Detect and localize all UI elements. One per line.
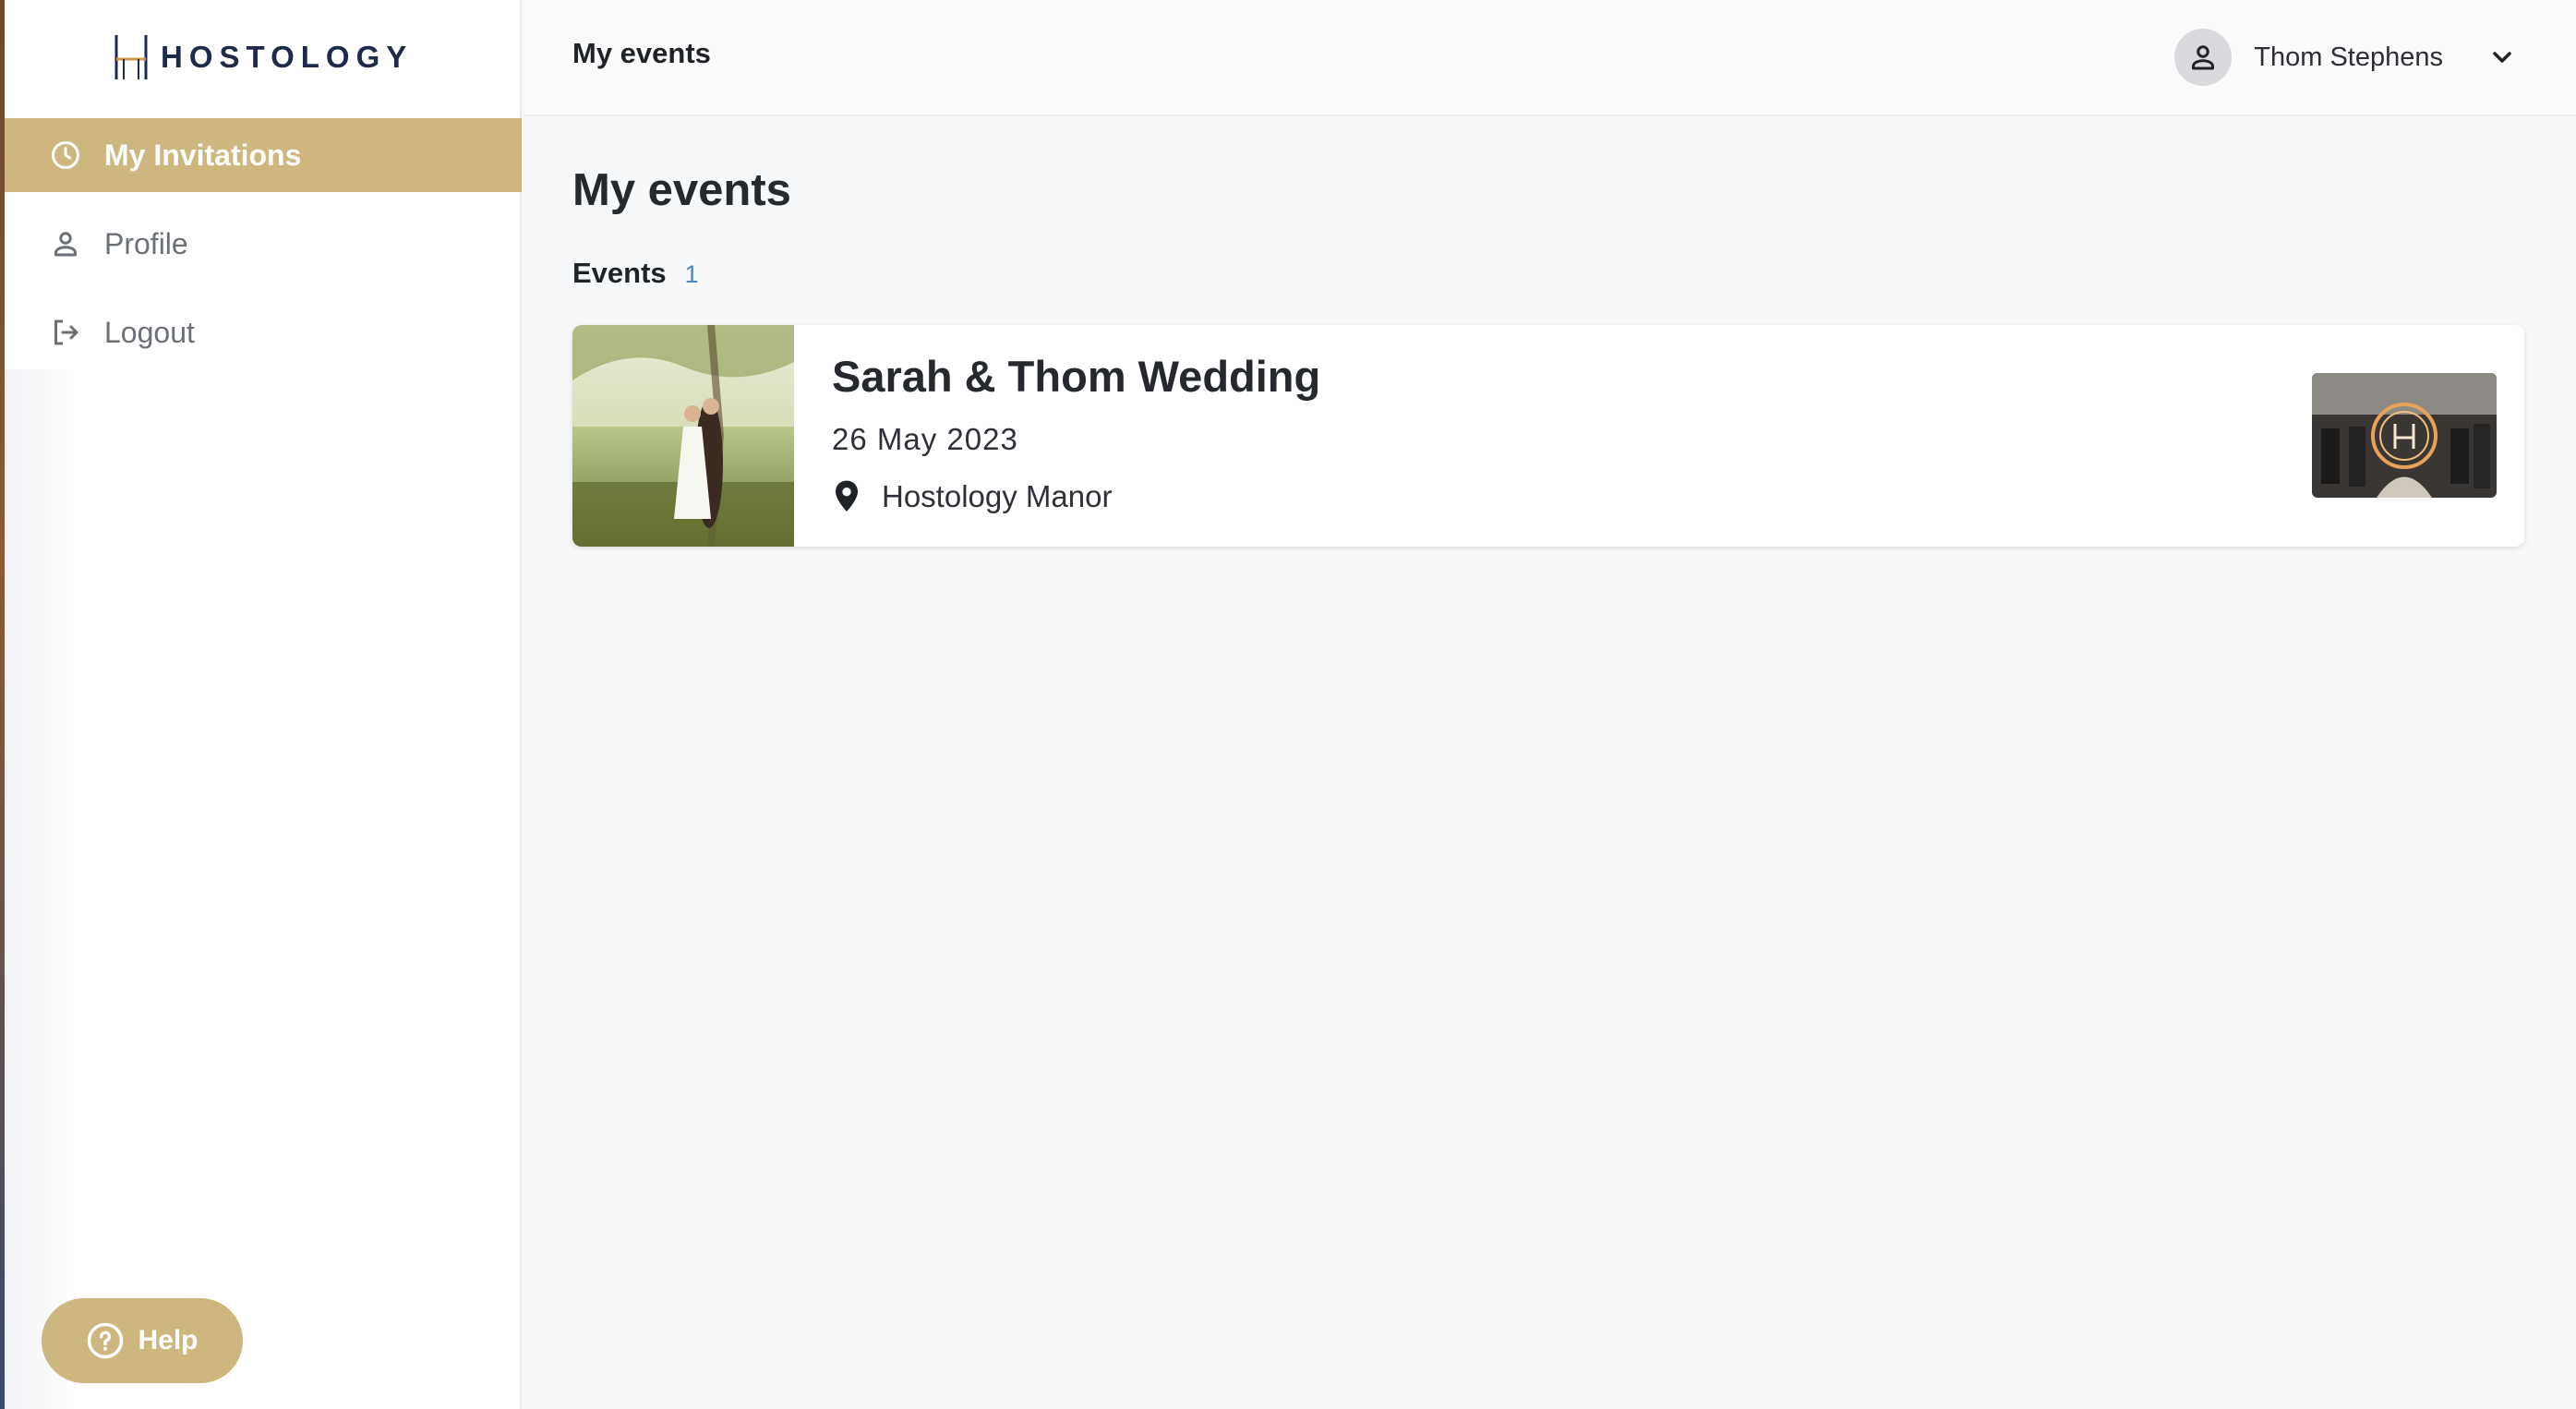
sidebar-item-logout[interactable]: Logout: [5, 295, 522, 369]
hostology-logo-icon: [114, 35, 148, 79]
event-card[interactable]: Sarah & Thom Wedding 26 May 2023 Hostolo…: [572, 325, 2524, 547]
event-location: Hostology Manor: [832, 479, 1320, 514]
logout-icon: [49, 316, 82, 349]
person-icon: [2192, 45, 2215, 70]
section-label: Events: [572, 257, 667, 289]
topbar-title: My events: [572, 37, 711, 69]
location-pin-icon: [832, 479, 861, 514]
topbar: My events Thom Stephens: [524, 0, 2576, 116]
avatar: [2174, 29, 2233, 86]
brand-name: HOSTOLOGY: [161, 40, 414, 74]
events-count-badge: 1: [684, 260, 699, 288]
app-window: HOSTOLOGY My Invitations Profile Logout …: [0, 0, 2576, 1409]
help-icon: [88, 1322, 124, 1359]
sidebar-item-my-invitations[interactable]: My Invitations: [5, 118, 522, 192]
page-title: My events: [572, 165, 791, 215]
events-section-header: Events 1: [572, 257, 2530, 290]
event-info: Sarah & Thom Wedding 26 May 2023 Hostolo…: [832, 351, 1320, 514]
event-photo: [572, 325, 794, 547]
brand-logo[interactable]: HOSTOLOGY: [111, 31, 413, 83]
sidebar: HOSTOLOGY My Invitations Profile Logout …: [5, 0, 522, 1409]
sidebar-item-profile[interactable]: Profile: [5, 207, 522, 281]
event-title[interactable]: Sarah & Thom Wedding: [832, 351, 1320, 402]
user-name: Thom Stephens: [2254, 42, 2443, 72]
clock-icon: [49, 138, 82, 172]
sidebar-item-label: My Invitations: [104, 138, 302, 172]
event-location-text: Hostology Manor: [882, 479, 1113, 513]
sidebar-item-label: Logout: [104, 315, 195, 349]
help-button[interactable]: Help: [42, 1298, 243, 1383]
user-menu[interactable]: Thom Stephens: [2174, 28, 2517, 87]
event-cover-image: [2312, 373, 2497, 498]
person-icon: [49, 227, 82, 260]
help-label: Help: [138, 1325, 199, 1355]
event-date: 26 May 2023: [832, 422, 1018, 456]
sidebar-nav: My Invitations Profile Logout: [5, 118, 522, 384]
sidebar-item-label: Profile: [104, 226, 188, 260]
chevron-down-icon[interactable]: [2487, 42, 2517, 72]
main-content: My events Events 1 Sarah & Thom Wedding …: [572, 116, 2530, 547]
